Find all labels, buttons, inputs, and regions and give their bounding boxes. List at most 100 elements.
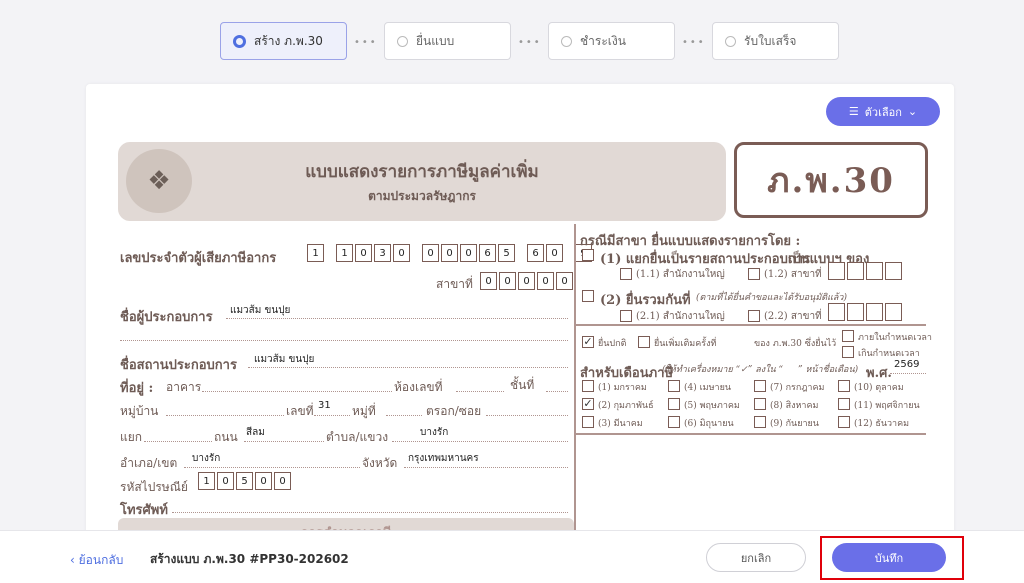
late-label: เกินกำหนดเวลา	[858, 349, 920, 359]
junction-line	[144, 441, 212, 442]
month-label: (2) กุมภาพันธ์	[598, 401, 654, 411]
phone-line	[172, 512, 568, 513]
month-checkbox-1[interactable]	[582, 380, 594, 392]
floor-line	[546, 391, 568, 392]
filing-of-label: ของ ภ.พ.30 ซึ่งยื่นไว้	[754, 339, 837, 349]
opt2-2-checkbox[interactable]	[748, 310, 760, 322]
house-no-value[interactable]: 31	[318, 400, 331, 411]
village-label: หมู่บ้าน	[120, 404, 159, 418]
month-checkbox-3[interactable]	[582, 416, 594, 428]
opt1-2-checkbox[interactable]	[748, 268, 760, 280]
operator-name-line	[226, 318, 568, 319]
section-divider	[574, 324, 926, 326]
additional-filing-label: ยื่นเพิ่มเติมครั้งที่	[654, 339, 717, 349]
year-value[interactable]: 2569	[894, 359, 919, 370]
step-submit[interactable]: ยื่นแบบ	[384, 22, 511, 60]
step-connector: •••	[354, 37, 378, 48]
branch-number-field[interactable]: 00000	[480, 272, 575, 290]
footer-bar: ‹ ย้อนกลับ สร้างแบบ ภ.พ.30 #PP30-202602 …	[0, 530, 1024, 583]
business-name-label: ชื่อสถานประกอบการ	[120, 358, 237, 373]
floor-label: ชั้นที่	[510, 378, 535, 392]
opt2-2-branch-field[interactable]	[828, 303, 904, 321]
chevron-left-icon: ‹	[70, 553, 75, 567]
month-label: (4) เมษายน	[684, 383, 732, 393]
opt2-1-checkbox[interactable]	[620, 310, 632, 322]
subdistrict-label: ตำบล/แขวง	[326, 430, 389, 444]
step-payment[interactable]: ชำระเงิน	[548, 22, 675, 60]
subdistrict-line	[392, 441, 568, 442]
opt2-1-label: (2.1) สำนักงานใหญ่	[636, 311, 725, 322]
back-button[interactable]: ‹ ย้อนกลับ	[70, 551, 123, 570]
step-label: ชำระเงิน	[580, 33, 626, 48]
additional-filing-checkbox[interactable]	[638, 336, 650, 348]
form-title: แบบแสดงรายการภาษีมูลค่าเพิ่ม	[305, 162, 539, 182]
province-value[interactable]: กรุงเทพมหานคร	[408, 451, 479, 466]
month-label: (12) ธันวาคม	[854, 419, 910, 429]
building-label: อาคาร	[166, 380, 202, 394]
radio-icon	[233, 34, 246, 48]
phone-label: โทรศัพท์	[120, 503, 168, 518]
district-line	[184, 467, 360, 468]
stepper: สร้าง ภ.พ.30 ••• ยื่นแบบ ••• ชำระเงิน ••…	[220, 22, 840, 62]
month-label: (9) กันยายน	[770, 419, 819, 429]
month-checkbox-6[interactable]	[668, 416, 680, 428]
options-button[interactable]: ☰ ตัวเลือก ⌄	[826, 97, 940, 126]
operator-name-value[interactable]: แมวส้ม ขนปุย	[230, 303, 290, 318]
address-label: ที่อยู่ :	[120, 381, 154, 396]
postcode-field[interactable]: 10500	[198, 472, 293, 490]
province-line	[404, 467, 568, 468]
opt1-checkbox[interactable]	[582, 249, 594, 261]
room-line	[456, 391, 504, 392]
month-checkbox-10[interactable]	[838, 380, 850, 392]
year-line	[890, 373, 926, 374]
late-checkbox[interactable]	[842, 346, 854, 358]
business-name-line	[248, 367, 568, 368]
province-label: จังหวัด	[362, 456, 398, 470]
taxpayer-id-field[interactable]: 1 1030 00065 60 9	[307, 244, 594, 262]
junction-label: แยก	[120, 430, 143, 444]
month-checkbox-12[interactable]	[838, 416, 850, 428]
branch-label: สาขาที่	[436, 277, 473, 291]
district-value[interactable]: บางรัก	[192, 451, 220, 466]
month-checkbox-2[interactable]: ✓	[582, 398, 594, 410]
normal-filing-checkbox[interactable]: ✓	[582, 336, 594, 348]
month-checkbox-5[interactable]	[668, 398, 680, 410]
opt1-1-label: (1.1) สำนักงานใหญ่	[636, 269, 725, 280]
month-checkbox-9[interactable]	[754, 416, 766, 428]
month-checkbox-4[interactable]	[668, 380, 680, 392]
month-label: (10) ตุลาคม	[854, 383, 904, 393]
village-line	[166, 415, 284, 416]
opt1-1-checkbox[interactable]	[620, 268, 632, 280]
opt1-2-branch-field[interactable]	[828, 262, 904, 280]
step-label: ยื่นแบบ	[416, 33, 455, 48]
form-subtitle: ตามประมวลรัษฎากร	[368, 189, 476, 203]
tax-month-note-2: ” หน้าชื่อเดือน)	[798, 365, 859, 375]
step-label: สร้าง ภ.พ.30	[254, 33, 323, 48]
opt2-checkbox[interactable]	[582, 290, 594, 302]
save-button[interactable]: บันทึก	[832, 543, 946, 572]
month-label: (5) พฤษภาคม	[684, 401, 740, 411]
month-checkbox-7[interactable]	[754, 380, 766, 392]
month-checkbox-8[interactable]	[754, 398, 766, 410]
chevron-down-icon: ⌄	[907, 105, 918, 118]
subdistrict-value[interactable]: บางรัก	[420, 425, 448, 440]
month-checkbox-11[interactable]	[838, 398, 850, 410]
building-line	[202, 391, 392, 392]
moo-line	[386, 415, 422, 416]
house-no-label: เลขที่	[286, 404, 314, 418]
options-label: ตัวเลือก	[864, 105, 902, 119]
opt2-note: (ตามที่ได้ยื่นคำขอและได้รับอนุมัติแล้ว)	[696, 293, 847, 303]
cancel-button[interactable]: ยกเลิก	[706, 543, 806, 572]
form-card: ☰ ตัวเลือก ⌄ ❖ แบบแสดงรายการภาษีมูลค่าเพ…	[86, 84, 954, 544]
road-value[interactable]: สีลม	[246, 425, 265, 440]
month-label: (7) กรกฎาคม	[770, 383, 825, 393]
back-label: ย้อนกลับ	[78, 553, 124, 567]
form-header: ❖ แบบแสดงรายการภาษีมูลค่าเพิ่ม ตามประมวล…	[118, 142, 726, 221]
road-line	[244, 441, 324, 442]
step-receipt[interactable]: รับใบเสร็จ	[712, 22, 839, 60]
step-create[interactable]: สร้าง ภ.พ.30	[220, 22, 347, 60]
soi-line	[486, 415, 568, 416]
operator-name-line-2	[120, 340, 568, 341]
business-name-value[interactable]: แมวส้ม ขนปุย	[254, 352, 314, 367]
on-time-checkbox[interactable]	[842, 330, 854, 342]
